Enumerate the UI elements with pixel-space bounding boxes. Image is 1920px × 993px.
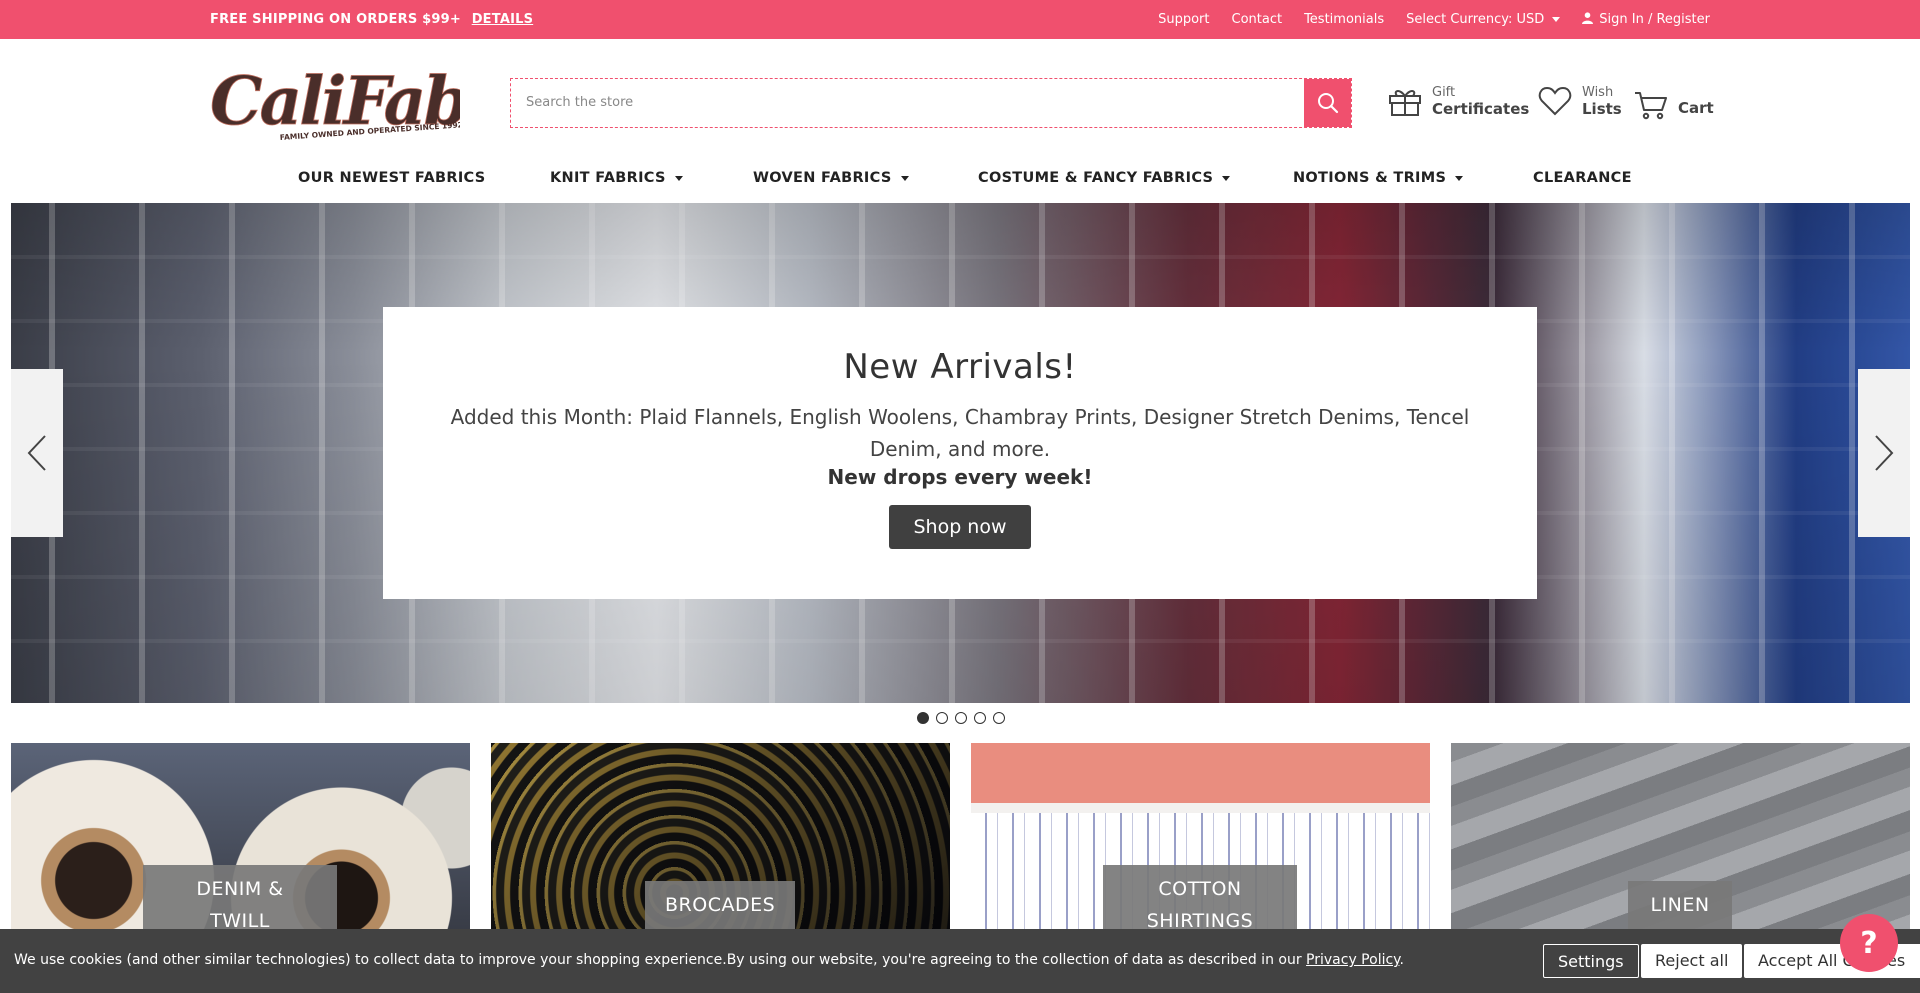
gift-bold: Certificates xyxy=(1432,100,1530,118)
nav-label: OUR NEWEST FABRICS xyxy=(298,170,486,186)
testimonials-link[interactable]: Testimonials xyxy=(1304,12,1384,27)
signin-link[interactable]: Sign In / Register xyxy=(1582,12,1710,27)
question-icon: ? xyxy=(1860,925,1878,961)
search-input[interactable]: Search the store xyxy=(510,78,1352,128)
wish-bold: Lists xyxy=(1582,100,1622,118)
carousel-dot[interactable] xyxy=(917,712,929,724)
nav-item-knit-fabrics[interactable]: KNIT FABRICS xyxy=(550,170,683,186)
currency-label: Select Currency: USD xyxy=(1406,12,1545,27)
cookie-banner: We use cookies (and other similar techno… xyxy=(0,929,1920,993)
category-line1: BROCADES xyxy=(665,894,776,916)
main-nav: OUR NEWEST FABRICS KNIT FABRICS WOVEN FA… xyxy=(0,170,1920,200)
gift-certificates-link[interactable]: Gift Certificates xyxy=(1388,84,1529,118)
nav-label: WOVEN FABRICS xyxy=(753,170,892,186)
chevron-down-icon xyxy=(900,175,909,181)
carousel-dot[interactable] xyxy=(993,712,1005,724)
cart-icon xyxy=(1635,92,1667,120)
gift-icon xyxy=(1389,90,1421,116)
cookie-reject-button[interactable]: Reject all xyxy=(1641,944,1743,978)
cart-label: Cart xyxy=(1678,99,1714,117)
support-link[interactable]: Support xyxy=(1158,12,1209,27)
chevron-down-icon xyxy=(1222,175,1231,181)
wish-lists-link[interactable]: Wish Lists xyxy=(1538,84,1622,118)
category-line1: LINEN xyxy=(1650,894,1710,916)
shipping-promo: FREE SHIPPING ON ORDERS $99+ DETAILS xyxy=(210,12,533,27)
cookie-settings-button[interactable]: Settings xyxy=(1543,944,1639,978)
top-links: Support Contact Testimonials Select Curr… xyxy=(1158,12,1710,27)
privacy-policy-link[interactable]: Privacy Policy xyxy=(1306,952,1399,968)
cookie-text: We use cookies (and other similar techno… xyxy=(14,952,1307,968)
heart-icon xyxy=(1538,86,1572,116)
nav-label: NOTIONS & TRIMS xyxy=(1293,170,1447,186)
search-icon xyxy=(1317,93,1338,114)
hero-title: New Arrivals! xyxy=(843,347,1077,387)
nav-item-newest-fabrics[interactable]: OUR NEWEST FABRICS xyxy=(298,170,485,186)
category-line1: DENIM & xyxy=(196,878,284,900)
carousel-dot[interactable] xyxy=(955,712,967,724)
chevron-right-icon xyxy=(1875,435,1894,471)
hero-tagline: New drops every week! xyxy=(827,465,1093,489)
carousel-dot[interactable] xyxy=(936,712,948,724)
cart-link[interactable]: Cart xyxy=(1634,90,1714,120)
chevron-down-icon xyxy=(674,175,683,181)
shipping-details-link[interactable]: DETAILS xyxy=(472,12,533,27)
category-line1: COTTON xyxy=(1158,878,1242,900)
carousel-next-button[interactable] xyxy=(1858,369,1910,537)
nav-item-notions-trims[interactable]: NOTIONS & TRIMS xyxy=(1293,170,1464,186)
nav-label: CLEARANCE xyxy=(1533,170,1632,186)
califabrics-logo: CaliFabrics FAMILY OWNED AND OPERATED SI… xyxy=(210,62,597,142)
nav-label: KNIT FABRICS xyxy=(550,170,666,186)
user-icon xyxy=(1582,12,1594,24)
wish-small: Wish xyxy=(1582,85,1614,100)
category-label: BROCADES xyxy=(645,881,795,929)
hero-description: Added this Month: Plaid Flannels, Englis… xyxy=(450,405,1470,461)
carousel-prev-button[interactable] xyxy=(11,369,63,537)
nav-item-woven-fabrics[interactable]: WOVEN FABRICS xyxy=(753,170,909,186)
category-label: LINEN xyxy=(1628,881,1732,929)
chevron-down-icon xyxy=(1552,17,1561,22)
carousel-dot[interactable] xyxy=(974,712,986,724)
cookie-period: . xyxy=(1399,952,1404,968)
carousel-dots xyxy=(917,712,1005,724)
search-button[interactable] xyxy=(1304,79,1351,127)
chevron-left-icon xyxy=(27,435,46,471)
contact-link[interactable]: Contact xyxy=(1232,12,1283,27)
top-bar: FREE SHIPPING ON ORDERS $99+ DETAILS Sup… xyxy=(0,0,1920,39)
chevron-down-icon xyxy=(1455,175,1464,181)
shipping-promo-text: FREE SHIPPING ON ORDERS $99+ xyxy=(210,12,461,27)
shop-now-button[interactable]: Shop now xyxy=(889,505,1031,549)
cookie-message: We use cookies (and other similar techno… xyxy=(14,952,1404,968)
search-placeholder: Search the store xyxy=(526,95,634,110)
site-logo[interactable]: CaliFabrics FAMILY OWNED AND OPERATED SI… xyxy=(210,50,597,155)
nav-label: COSTUME & FANCY FABRICS xyxy=(978,170,1214,186)
nav-item-costume-fancy-fabrics[interactable]: COSTUME & FANCY FABRICS xyxy=(978,170,1231,186)
currency-selector[interactable]: Select Currency: USD xyxy=(1406,12,1561,27)
hero-card: New Arrivals! Added this Month: Plaid Fl… xyxy=(383,307,1537,599)
help-button[interactable]: ? xyxy=(1840,914,1898,972)
signin-label: Sign In / Register xyxy=(1599,12,1710,27)
gift-small: Gift xyxy=(1432,85,1456,100)
nav-item-clearance[interactable]: CLEARANCE xyxy=(1533,170,1632,186)
